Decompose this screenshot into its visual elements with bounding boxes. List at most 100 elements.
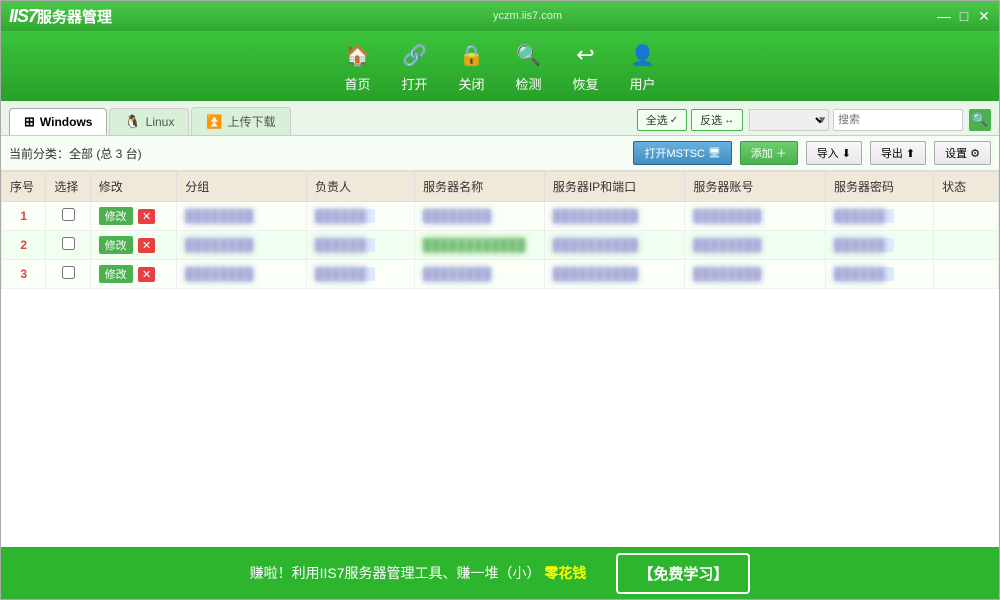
add-icon: ＋ <box>776 145 787 161</box>
add-button[interactable]: 添加 ＋ <box>740 141 798 165</box>
table-area: 序号 选择 修改 分组 负责人 服务器名称 服务器IP和端口 服务器账号 服务器… <box>1 171 999 547</box>
search-input[interactable] <box>833 109 963 131</box>
tab-upload[interactable]: ⏫ 上传下载 <box>191 107 290 135</box>
row-3-status <box>934 260 999 289</box>
import-icon: ⬇ <box>842 147 851 160</box>
row-2-group: ████████ <box>177 231 307 260</box>
nav-open-label: 打开 <box>401 74 427 93</box>
select-btns: 全选 ✓ 反选 ↔ <box>637 109 743 131</box>
footer-text-prefix: 赚啦！利用IIS7服务器管理工具、赚一堆（小） <box>250 565 541 581</box>
row-1-name: ████████ <box>415 202 545 231</box>
nav-restore[interactable]: ↩ 恢复 <box>570 39 602 93</box>
tab-linux[interactable]: 🐧 Linux <box>109 108 189 135</box>
row-1-edit-button[interactable]: 修改 <box>99 207 133 225</box>
col-person: 负责人 <box>306 172 414 202</box>
settings-icon: ⚙ <box>970 147 980 160</box>
detect-icon: 🔍 <box>513 39 545 71</box>
select-all-button[interactable]: 全选 ✓ <box>637 109 687 131</box>
nav-detect[interactable]: 🔍 检测 <box>513 39 545 93</box>
row-2-person: ██████ <box>306 231 414 260</box>
row-3-checkbox[interactable] <box>62 266 75 279</box>
title-bar-left: IIS7服务器管理 <box>9 6 112 27</box>
footer-banner: 赚啦！利用IIS7服务器管理工具、赚一堆（小） 零花钱 【免费学习】 <box>1 547 999 599</box>
row-2-checkbox[interactable] <box>62 237 75 250</box>
free-learn-button[interactable]: 【免费学习】 <box>616 553 750 594</box>
app-logo: IIS7服务器管理 <box>9 6 112 27</box>
nav-user-label: 用户 <box>629 74 655 93</box>
footer-text: 赚啦！利用IIS7服务器管理工具、赚一堆（小） 零花钱 <box>250 563 587 583</box>
category-info: 当前分类：全部 (总 3 台) <box>9 145 625 162</box>
row-1-status <box>934 202 999 231</box>
toolbar: 当前分类：全部 (总 3 台) 打开MSTSC 🖥 添加 ＋ 导入 ⬇ 导出 ⬆… <box>1 136 999 171</box>
category-dropdown[interactable] <box>749 109 829 131</box>
row-2-delete-button[interactable]: ✕ <box>138 238 155 253</box>
row-1-edit: 修改 ✕ <box>90 202 177 231</box>
row-2-account: ████████ <box>685 231 826 260</box>
row-3-edit-button[interactable]: 修改 <box>99 265 133 283</box>
row-1-person: ██████ <box>306 202 414 231</box>
table-row: 1 修改 ✕ ████████ ██████ ████████ ████████… <box>2 202 999 231</box>
restore-button[interactable]: □ <box>957 9 971 23</box>
col-account: 服务器账号 <box>685 172 826 202</box>
col-ip: 服务器IP和端口 <box>544 172 685 202</box>
row-1-password: ██████ <box>825 202 933 231</box>
row-2-name: ████████████ <box>415 231 545 260</box>
select-all-icon: ✓ <box>670 115 678 126</box>
search-button[interactable]: 🔍 <box>969 109 991 131</box>
row-2-check[interactable] <box>46 231 90 260</box>
minimize-button[interactable]: — <box>937 9 951 23</box>
settings-button[interactable]: 设置 ⚙ <box>934 141 991 165</box>
select-invert-button[interactable]: 反选 ↔ <box>691 109 743 131</box>
nav-open[interactable]: 🔗 打开 <box>399 39 431 93</box>
import-button[interactable]: 导入 ⬇ <box>806 141 862 165</box>
mstsc-icon: 🖥 <box>708 148 721 159</box>
search-icon: 🔍 <box>972 112 989 128</box>
row-3-num: 3 <box>2 260 46 289</box>
row-3-password: ██████ <box>825 260 933 289</box>
windows-icon: ⊞ <box>24 114 35 130</box>
row-2-password: ██████ <box>825 231 933 260</box>
row-1-group: ████████ <box>177 202 307 231</box>
main-window: IIS7服务器管理 yczm.iis7.com — □ ✕ 🏠 首页 🔗 打开 … <box>0 0 1000 600</box>
tab-upload-label: 上传下载 <box>228 113 276 130</box>
nav-home-label: 首页 <box>344 74 370 93</box>
row-3-account: ████████ <box>685 260 826 289</box>
row-3-ip: ██████████ <box>544 260 685 289</box>
tabs-search: 全选 ✓ 反选 ↔ ▼ 🔍 <box>637 109 991 135</box>
row-1-check[interactable] <box>46 202 90 231</box>
open-icon: 🔗 <box>399 39 431 71</box>
tabs-area: ⊞ Windows 🐧 Linux ⏫ 上传下载 全选 ✓ 反选 ↔ <box>1 101 999 136</box>
row-3-check[interactable] <box>46 260 90 289</box>
nav-home[interactable]: 🏠 首页 <box>342 39 374 93</box>
row-3-name: ████████ <box>415 260 545 289</box>
home-icon: 🏠 <box>342 39 374 71</box>
row-1-ip: ██████████ <box>544 202 685 231</box>
row-1-delete-button[interactable]: ✕ <box>138 209 155 224</box>
table-row: 3 修改 ✕ ████████ ██████ ████████ ████████… <box>2 260 999 289</box>
open-mstsc-button[interactable]: 打开MSTSC 🖥 <box>633 141 731 165</box>
title-bar-controls: — □ ✕ <box>937 9 991 23</box>
nav-close-label: 关闭 <box>458 74 484 93</box>
select-invert-icon: ↔ <box>724 115 734 126</box>
subtitle: yczm.iis7.com <box>493 10 562 22</box>
close-button[interactable]: ✕ <box>977 9 991 23</box>
server-table: 序号 选择 修改 分组 负责人 服务器名称 服务器IP和端口 服务器账号 服务器… <box>1 171 999 289</box>
row-3-group: ████████ <box>177 260 307 289</box>
col-select: 选择 <box>46 172 90 202</box>
user-icon: 👤 <box>627 39 659 71</box>
col-edit: 修改 <box>90 172 177 202</box>
tab-windows[interactable]: ⊞ Windows <box>9 108 107 135</box>
tab-windows-label: Windows <box>40 115 93 129</box>
export-button[interactable]: 导出 ⬆ <box>870 141 926 165</box>
close-icon: 🔒 <box>456 39 488 71</box>
row-1-checkbox[interactable] <box>62 208 75 221</box>
table-header-row: 序号 选择 修改 分组 负责人 服务器名称 服务器IP和端口 服务器账号 服务器… <box>2 172 999 202</box>
header-nav: 🏠 首页 🔗 打开 🔒 关闭 🔍 检测 ↩ 恢复 👤 用户 <box>1 31 999 101</box>
row-2-edit-button[interactable]: 修改 <box>99 236 133 254</box>
nav-user[interactable]: 👤 用户 <box>627 39 659 93</box>
restore-icon: ↩ <box>570 39 602 71</box>
row-3-edit: 修改 ✕ <box>90 260 177 289</box>
row-3-delete-button[interactable]: ✕ <box>138 267 155 282</box>
nav-close[interactable]: 🔒 关闭 <box>456 39 488 93</box>
row-2-num: 2 <box>2 231 46 260</box>
